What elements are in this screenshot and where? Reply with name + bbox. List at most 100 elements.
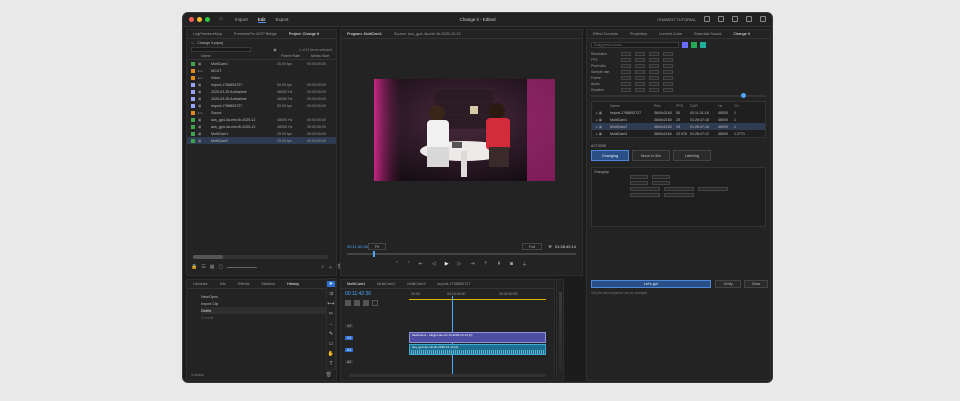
- label-color-swatch[interactable]: [191, 124, 195, 129]
- option-field[interactable]: [630, 175, 648, 179]
- row-select-icon[interactable]: ▸ ▣: [596, 132, 610, 136]
- property-field[interactable]: [621, 82, 631, 86]
- col-name[interactable]: Name: [201, 54, 281, 58]
- property-field[interactable]: [621, 52, 631, 56]
- add-marker-icon[interactable]: [363, 300, 369, 306]
- option-field[interactable]: [630, 181, 648, 185]
- tab-source[interactable]: Source: aus_gp4-4a-min-fb-2025-12-13: [394, 32, 461, 36]
- project-item[interactable]: ▣ 2025-03-25 Aufnahme 48000 Hz 00:00:00:00: [187, 88, 336, 95]
- option-field[interactable]: [630, 187, 660, 191]
- project-item[interactable]: ▣ aus_gp4-4a-min-fb-2025-12 48000 Hz 00:00:…: [187, 116, 336, 123]
- tab-properties[interactable]: Properties: [630, 32, 647, 36]
- property-field[interactable]: [663, 58, 673, 62]
- tab-mcp-bridge[interactable]: PremierePro MCP Bridge: [234, 32, 277, 36]
- extract-icon[interactable]: ⇞: [497, 261, 501, 267]
- selection-tool-icon[interactable]: ➤: [327, 281, 335, 287]
- tab-libraries[interactable]: Libraries: [193, 282, 208, 286]
- icon-view-icon[interactable]: ▦: [210, 264, 215, 271]
- mark-out-icon[interactable]: ⌝: [407, 261, 409, 267]
- label-color-swatch[interactable]: [191, 89, 195, 94]
- timeline-timecode[interactable]: 00:11:42:36: [345, 291, 371, 297]
- video-clip[interactable]: MultiCam1 - fullgp4-4a-min-fb-2025-12-13…: [409, 332, 546, 343]
- property-field[interactable]: [635, 76, 645, 80]
- linked-selection-icon[interactable]: [354, 300, 360, 306]
- tab-markers[interactable]: Markers: [261, 282, 275, 286]
- project-search-input[interactable]: [191, 47, 251, 52]
- option-field[interactable]: [652, 181, 670, 185]
- slip-tool-icon[interactable]: ↔: [329, 321, 334, 327]
- tab-lumetri[interactable]: Lumetri Color: [659, 32, 682, 36]
- tab-legpremiere[interactable]: LegPremiereMcp: [193, 32, 222, 36]
- property-field[interactable]: [635, 70, 645, 74]
- settings-icon[interactable]: [746, 16, 752, 22]
- export-frame-icon[interactable]: ◙: [510, 261, 513, 267]
- property-field[interactable]: [663, 82, 673, 86]
- tab-sequence-multicam3[interactable]: MultiCam3: [407, 282, 425, 286]
- property-field[interactable]: [621, 64, 631, 68]
- mark-in-icon[interactable]: ⌜: [396, 261, 398, 267]
- history-item[interactable]: Delete: [201, 307, 336, 314]
- sequence-row[interactable]: ▸ ▣ MultiCam2 3840x2160 25 01:28:47:16 48000 1: [592, 123, 765, 130]
- property-field[interactable]: [635, 88, 645, 92]
- play-icon[interactable]: ▶: [445, 261, 449, 267]
- project-item[interactable]: ▣ import-1798893727 50.00 fps 00:00:00:00: [187, 81, 336, 88]
- fullscreen-icon[interactable]: [760, 16, 766, 22]
- label-color-swatch[interactable]: [191, 131, 195, 136]
- label-color-swatch[interactable]: [191, 75, 195, 80]
- col-frame-rate[interactable]: Frame Rate: [281, 54, 311, 58]
- monitor-scrub-bar[interactable]: [347, 251, 576, 257]
- option-field[interactable]: [664, 187, 694, 191]
- person-search-input[interactable]: [591, 42, 679, 48]
- sequence-row[interactable]: ▸ ▣ import-1798893727 3840x2160 50 00:11:31:…: [592, 109, 765, 116]
- rectangle-tool-icon[interactable]: ▭: [329, 341, 334, 347]
- property-field[interactable]: [663, 88, 673, 92]
- label-color-swatch[interactable]: [191, 117, 195, 122]
- track-header-a2[interactable]: A2: [345, 356, 405, 368]
- verify-button[interactable]: Verify: [715, 280, 741, 288]
- add-button-icon[interactable]: ＋: [522, 261, 527, 268]
- row-select-icon[interactable]: ▸ ▣: [596, 111, 610, 115]
- lock-icon[interactable]: 🔒: [191, 264, 197, 271]
- list-view-icon[interactable]: ☰: [201, 264, 205, 271]
- project-item[interactable]: ▸▭ Sound: [187, 109, 336, 116]
- tab-sequence-import[interactable]: import-1798893727: [437, 282, 470, 286]
- project-item[interactable]: ▸▭ MCUT: [187, 67, 336, 74]
- project-item[interactable]: ▣ MultiCam1 25.00 fps 00:00:00:00: [187, 130, 336, 137]
- snap-icon[interactable]: [345, 300, 351, 306]
- color-swatch-green[interactable]: [691, 42, 697, 48]
- tab-history[interactable]: History: [287, 282, 299, 286]
- duration-slider-thumb[interactable]: [741, 93, 746, 98]
- option-field[interactable]: [664, 193, 694, 197]
- label-color-swatch[interactable]: [191, 61, 195, 66]
- project-item[interactable]: ▣ MultiCam1 25.00 fps 00:00:00:00: [187, 60, 336, 67]
- step-back-icon[interactable]: ◁: [432, 261, 436, 267]
- program-video-frame[interactable]: [374, 79, 555, 181]
- property-field[interactable]: [663, 52, 673, 56]
- quality-dropdown[interactable]: Full: [521, 243, 543, 250]
- new-bin-icon[interactable]: ▣: [273, 48, 276, 52]
- hand-tool-icon[interactable]: ✋: [328, 351, 334, 357]
- fit-dropdown[interactable]: Fit: [367, 243, 387, 250]
- col-media-start[interactable]: Media Start: [311, 54, 329, 58]
- property-field[interactable]: [635, 64, 645, 68]
- changing-button[interactable]: Changing: [591, 150, 629, 161]
- clear-button[interactable]: Clear: [744, 280, 768, 288]
- labeling-button[interactable]: Labeling: [673, 150, 711, 161]
- history-item[interactable]: Import Clip: [201, 300, 336, 307]
- property-field[interactable]: [649, 64, 659, 68]
- property-field[interactable]: [663, 76, 673, 80]
- go-to-out-icon[interactable]: ⇥: [470, 261, 474, 267]
- tab-sequence-multicam1[interactable]: MultiCam1: [347, 282, 365, 286]
- property-field[interactable]: [635, 58, 645, 62]
- new-item-icon[interactable]: ＋: [328, 264, 333, 271]
- lift-icon[interactable]: ⇡: [484, 261, 488, 267]
- pen-tool-icon[interactable]: ✎: [329, 331, 333, 337]
- timeline-scrollbar[interactable]: [349, 374, 546, 377]
- timeline-ruler[interactable]: 00:00 00:15:00:00 00:30:00:00: [409, 292, 546, 302]
- color-swatch-teal[interactable]: [700, 42, 706, 48]
- property-field[interactable]: [649, 76, 659, 80]
- type-tool-icon[interactable]: T: [329, 361, 332, 367]
- quick-export-icon[interactable]: [718, 16, 724, 22]
- wrench-icon[interactable]: ⚒: [548, 244, 552, 249]
- tab-program[interactable]: Program: MultiCam1: [347, 32, 382, 36]
